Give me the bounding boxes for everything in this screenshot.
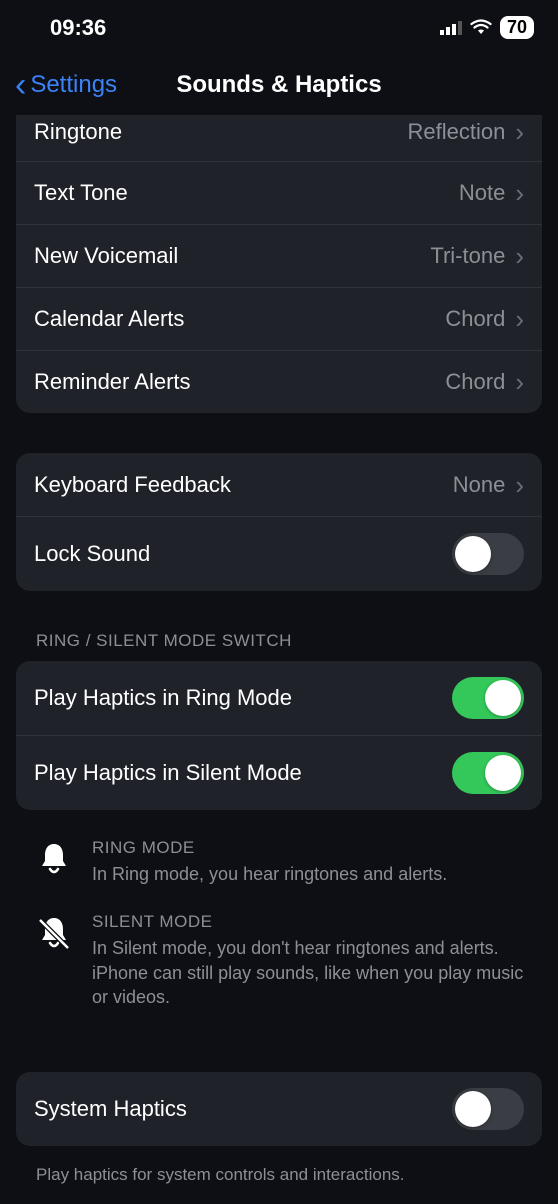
row-lock-sound: Lock Sound — [16, 516, 542, 591]
row-ringtone[interactable]: Ringtone Reflection › — [16, 115, 542, 161]
row-label: System Haptics — [34, 1096, 187, 1122]
row-new-voicemail[interactable]: New Voicemail Tri-tone › — [16, 224, 542, 287]
row-reminder-alerts[interactable]: Reminder Alerts Chord › — [16, 350, 542, 413]
system-haptics-group: System Haptics — [16, 1072, 542, 1146]
row-value: Tri-tone — [430, 243, 505, 269]
bell-icon — [34, 838, 74, 886]
system-haptics-toggle[interactable] — [452, 1088, 524, 1130]
status-bar: 09:36 70 — [0, 0, 558, 55]
info-title: SILENT MODE — [92, 912, 524, 932]
row-label: Text Tone — [34, 180, 128, 206]
sound-tones-group: Ringtone Reflection › Text Tone Note › N… — [16, 115, 542, 413]
row-label: New Voicemail — [34, 243, 178, 269]
row-value: Note — [459, 180, 505, 206]
status-time: 09:36 — [50, 15, 106, 41]
info-silent-mode: SILENT MODE In Silent mode, you don't he… — [16, 904, 542, 1027]
row-label: Keyboard Feedback — [34, 472, 231, 498]
haptics-silent-toggle[interactable] — [452, 752, 524, 794]
chevron-left-icon: ‹ — [15, 68, 26, 102]
row-keyboard-feedback[interactable]: Keyboard Feedback None › — [16, 453, 542, 516]
battery-indicator: 70 — [500, 16, 534, 39]
row-label: Calendar Alerts — [34, 306, 184, 332]
chevron-right-icon: › — [515, 306, 524, 332]
status-right: 70 — [440, 15, 534, 41]
row-value: Chord — [445, 306, 505, 332]
info-title: RING MODE — [92, 838, 524, 858]
row-haptics-silent: Play Haptics in Silent Mode — [16, 735, 542, 810]
chevron-right-icon: › — [515, 472, 524, 498]
info-ring-mode: RING MODE In Ring mode, you hear rington… — [16, 830, 542, 904]
row-value: Chord — [445, 369, 505, 395]
bell-slash-icon — [34, 912, 74, 1009]
row-text-tone[interactable]: Text Tone Note › — [16, 161, 542, 224]
row-label: Reminder Alerts — [34, 369, 191, 395]
section-header-ring-silent: RING / SILENT MODE SWITCH — [16, 631, 542, 661]
info-desc: In Silent mode, you don't hear ringtones… — [92, 936, 524, 1009]
row-label: Lock Sound — [34, 541, 150, 567]
chevron-right-icon: › — [515, 180, 524, 206]
row-value: Reflection — [407, 119, 505, 145]
row-value: None — [453, 472, 506, 498]
row-calendar-alerts[interactable]: Calendar Alerts Chord › — [16, 287, 542, 350]
row-label: Play Haptics in Silent Mode — [34, 760, 302, 786]
wifi-icon — [470, 15, 492, 41]
keyboard-lock-group: Keyboard Feedback None › Lock Sound — [16, 453, 542, 591]
row-label: Ringtone — [34, 119, 122, 145]
row-system-haptics: System Haptics — [16, 1072, 542, 1146]
chevron-right-icon: › — [515, 243, 524, 269]
cellular-icon — [440, 15, 462, 41]
chevron-right-icon: › — [515, 369, 524, 395]
back-button[interactable]: ‹ Settings — [15, 68, 117, 102]
back-label: Settings — [30, 71, 117, 99]
row-haptics-ring: Play Haptics in Ring Mode — [16, 661, 542, 735]
chevron-right-icon: › — [515, 119, 524, 145]
lock-sound-toggle[interactable] — [452, 533, 524, 575]
row-label: Play Haptics in Ring Mode — [34, 685, 292, 711]
info-desc: In Ring mode, you hear ringtones and ale… — [92, 862, 524, 886]
navigation-bar: ‹ Settings Sounds & Haptics — [0, 55, 558, 115]
haptics-ring-toggle[interactable] — [452, 677, 524, 719]
section-footer-system-haptics: Play haptics for system controls and int… — [16, 1154, 542, 1187]
haptics-group: Play Haptics in Ring Mode Play Haptics i… — [16, 661, 542, 810]
